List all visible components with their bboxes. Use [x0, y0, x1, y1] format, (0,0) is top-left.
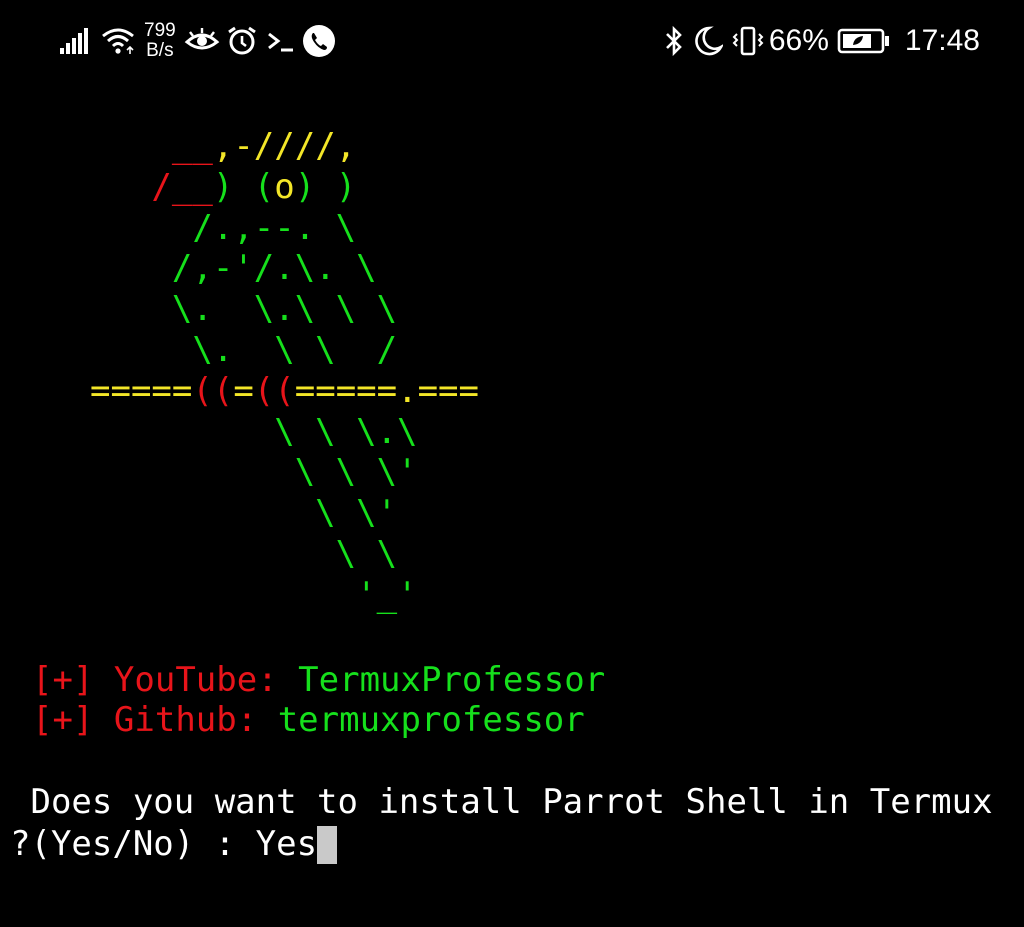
github-value: termuxprofessor — [277, 700, 585, 740]
install-question: Does you want to install Parrot Shell in… — [10, 782, 993, 822]
github-bullet: [+] — [32, 700, 94, 740]
ascii-art-line: \ \ \' — [90, 452, 479, 493]
terminal-view[interactable]: __,-////, /__) (o) ) /.,--. \ /,-'/.\. \… — [0, 0, 1024, 927]
ascii-art-line: '_' — [90, 575, 479, 616]
ascii-art-segment: (( — [192, 370, 234, 411]
youtube-bullet: [+] — [32, 660, 94, 700]
ascii-art-line: \ \ — [90, 534, 479, 575]
ascii-art-segment: ,-////, — [212, 126, 357, 166]
ascii-art-segment: /.,--. \ — [90, 207, 357, 248]
ascii-art-line: /,-'/.\. \ — [90, 248, 479, 289]
ascii-art-segment — [90, 126, 172, 166]
ascii-art-line: \ \' — [90, 493, 479, 534]
ascii-art-segment: __ — [171, 126, 213, 166]
ascii-art-line: =====((=((=====.=== — [90, 371, 479, 412]
ascii-art-segment: /,-'/.\. \ — [90, 248, 377, 289]
ascii-art-segment: = — [233, 370, 254, 411]
ascii-art-segment: ) ) — [294, 166, 357, 207]
ascii-art-line: /__) (o) ) — [90, 167, 479, 208]
ascii-art-line: \ \ \.\ — [90, 412, 479, 453]
ascii-art-line: \. \.\ \ \ — [90, 289, 479, 330]
ascii-art-segment: \ \ \.\ — [90, 411, 418, 452]
ascii-art-segment: =====.=== — [294, 370, 479, 411]
termux-screen: 799 B/s 66% 17:48 __,-////, /__) (o)) /… — [0, 0, 1024, 927]
ascii-art-segment: (( — [253, 370, 295, 411]
ascii-art-line: /.,--. \ — [90, 208, 479, 249]
ascii-art-segment: \. \ \ / — [90, 329, 398, 370]
ascii-art-segment: '_' — [90, 574, 418, 615]
ascii-art-segment: /__ — [151, 166, 213, 207]
ascii-art-segment: o — [274, 166, 295, 207]
ascii-art-segment: \ \ \' — [90, 452, 418, 493]
ascii-art-segment: \ \' — [90, 493, 398, 534]
terminal-input[interactable]: Yes — [256, 824, 317, 864]
install-prompt-label: ?(Yes/No) : — [10, 824, 256, 864]
ascii-art-segment: \. \.\ \ \ — [90, 289, 398, 330]
github-label: Github: — [113, 700, 258, 740]
youtube-label: YouTube: — [113, 660, 278, 700]
install-prompt: ?(Yes/No) : Yes — [10, 824, 338, 864]
parrot-ascii-art: __,-////, /__) (o) ) /.,--. \ /,-'/.\. \… — [90, 126, 479, 616]
ascii-art-segment: ) ( — [212, 166, 275, 207]
youtube-value: TermuxProfessor — [298, 660, 606, 700]
ascii-art-segment: ===== — [90, 370, 193, 411]
ascii-art-line: \. \ \ / — [90, 330, 479, 371]
youtube-info-line: [+] YouTube: TermuxProfessor — [32, 660, 605, 700]
terminal-cursor — [317, 826, 338, 864]
ascii-art-segment: \ \ — [90, 533, 398, 574]
ascii-art-segment — [90, 167, 151, 207]
ascii-art-line: __,-////, — [90, 126, 479, 167]
github-info-line: [+] Github: termuxprofessor — [32, 700, 585, 740]
